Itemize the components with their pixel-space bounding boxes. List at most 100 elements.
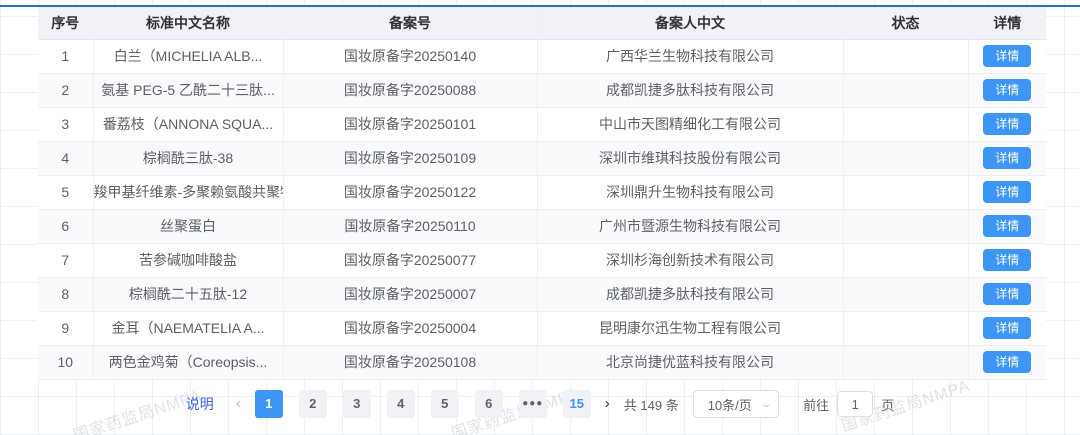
cell-index: 2 xyxy=(38,73,94,108)
cell-detail: 详情 xyxy=(968,209,1046,244)
goto-page-input[interactable] xyxy=(837,391,874,417)
cell-status xyxy=(843,311,969,346)
table-row: 4 棕榈酰三肽-38 国妆原备字20250109 深圳市维琪科技股份有限公司 详… xyxy=(38,141,1046,176)
cell-status xyxy=(843,107,969,142)
header-standard-chinese-name: 标准中文名称 xyxy=(93,7,284,40)
detail-button[interactable]: 详情 xyxy=(983,351,1032,373)
cell-registrant: 北京尚捷优蓝科技有限公司 xyxy=(537,345,844,380)
cell-index: 4 xyxy=(38,141,94,176)
cell-reg-no: 国妆原备字20250122 xyxy=(283,175,538,210)
pagination-bar: 说明 ‹ 1 2 3 4 5 6 ●●● 15 › 共 149 条 10条/页 … xyxy=(0,390,1080,418)
page-size-select[interactable]: 10条/页 ⌄ xyxy=(692,390,780,418)
cell-registrant: 中山市天图精细化工有限公司 xyxy=(537,107,844,142)
detail-button[interactable]: 详情 xyxy=(983,45,1032,67)
header-index: 序号 xyxy=(38,7,94,40)
cell-index: 3 xyxy=(38,107,94,142)
page-button-2[interactable]: 2 xyxy=(298,390,327,418)
cell-registrant: 广西华兰生物科技有限公司 xyxy=(537,39,844,74)
cell-index: 9 xyxy=(38,311,94,346)
top-accent-line xyxy=(0,5,1080,7)
cell-name: 丝聚蛋白 xyxy=(93,209,284,244)
more-pages-icon[interactable]: ●●● xyxy=(518,390,547,418)
page-size-value: 10条/页 xyxy=(707,397,752,413)
page-button-6[interactable]: 6 xyxy=(474,390,503,418)
cell-detail: 详情 xyxy=(968,345,1046,380)
page-button-4[interactable]: 4 xyxy=(386,390,415,418)
detail-button[interactable]: 详情 xyxy=(983,283,1032,305)
page-button-5[interactable]: 5 xyxy=(430,390,459,418)
cell-reg-no: 国妆原备字20250101 xyxy=(283,107,538,142)
cell-index: 1 xyxy=(38,39,94,74)
cell-name: 氨基 PEG-5 乙酰二十三肽... xyxy=(93,73,284,108)
header-registration-number: 备案号 xyxy=(283,7,538,40)
cell-name: 苦参碱咖啡酸盐 xyxy=(93,243,284,278)
header-status: 状态 xyxy=(843,7,969,40)
cell-index: 8 xyxy=(38,277,94,312)
table-row: 3 番荔枝（ANNONA SQUA... 国妆原备字20250101 中山市天图… xyxy=(38,107,1046,142)
detail-button[interactable]: 详情 xyxy=(983,79,1032,101)
cell-status xyxy=(843,175,969,210)
detail-button[interactable]: 详情 xyxy=(983,215,1032,237)
cell-reg-no: 国妆原备字20250110 xyxy=(283,209,538,244)
cell-index: 10 xyxy=(38,345,94,380)
table-row: 9 金耳（NAEMATELIA A... 国妆原备字20250004 昆明康尔迅… xyxy=(38,311,1046,346)
cell-name: 两色金鸡菊（Coreopsis... xyxy=(93,345,284,380)
cell-reg-no: 国妆原备字20250140 xyxy=(283,39,538,74)
note-link[interactable]: 说明 xyxy=(186,394,214,414)
cell-detail: 详情 xyxy=(968,277,1046,312)
cell-reg-no: 国妆原备字20250108 xyxy=(283,345,538,380)
cell-status xyxy=(843,209,969,244)
cell-detail: 详情 xyxy=(968,175,1046,210)
page: 国家药监局NMPA 国家药监局NMPA 国家药监局NMPA 序号 标准中文名称 … xyxy=(0,0,1080,435)
cell-status xyxy=(843,73,969,108)
detail-button[interactable]: 详情 xyxy=(983,113,1032,135)
table-row: 2 氨基 PEG-5 乙酰二十三肽... 国妆原备字20250088 成都凯捷多… xyxy=(38,73,1046,108)
page-button-15[interactable]: 15 xyxy=(562,390,591,418)
table-header-row: 序号 标准中文名称 备案号 备案人中文 状态 详情 xyxy=(38,7,1046,40)
cell-status xyxy=(843,243,969,278)
detail-button[interactable]: 详情 xyxy=(983,249,1032,271)
cell-name: 白兰（MICHELIA ALB... xyxy=(93,39,284,74)
cell-registrant: 昆明康尔迅生物工程有限公司 xyxy=(537,311,844,346)
total-count-label: 共 149 条 xyxy=(623,397,679,413)
prev-page-icon[interactable]: ‹ xyxy=(230,390,247,418)
cell-status xyxy=(843,39,969,74)
records-table: 序号 标准中文名称 备案号 备案人中文 状态 详情 1 白兰（MICHELIA … xyxy=(38,7,1046,380)
cell-reg-no: 国妆原备字20250004 xyxy=(283,311,538,346)
cell-reg-no: 国妆原备字20250007 xyxy=(283,277,538,312)
header-registrant-chinese: 备案人中文 xyxy=(537,7,844,40)
cell-status xyxy=(843,277,969,312)
cell-registrant: 深圳杉海创新技术有限公司 xyxy=(537,243,844,278)
cell-index: 6 xyxy=(38,209,94,244)
cell-status xyxy=(843,345,969,380)
detail-button[interactable]: 详情 xyxy=(983,147,1032,169)
cell-reg-no: 国妆原备字20250088 xyxy=(283,73,538,108)
detail-button[interactable]: 详情 xyxy=(983,317,1032,339)
table-row: 1 白兰（MICHELIA ALB... 国妆原备字20250140 广西华兰生… xyxy=(38,39,1046,74)
goto-suffix-label: 页 xyxy=(881,397,895,413)
cell-detail: 详情 xyxy=(968,73,1046,108)
records-table-container: 序号 标准中文名称 备案号 备案人中文 状态 详情 1 白兰（MICHELIA … xyxy=(38,7,1046,380)
cell-registrant: 成都凯捷多肽科技有限公司 xyxy=(537,277,844,312)
detail-button[interactable]: 详情 xyxy=(983,181,1032,203)
cell-name: 羧甲基纤维素-多聚赖氨酸共聚物 xyxy=(93,175,284,210)
cell-detail: 详情 xyxy=(968,243,1046,278)
cell-detail: 详情 xyxy=(968,141,1046,176)
cell-detail: 详情 xyxy=(968,311,1046,346)
goto-page-group: 前往 页 xyxy=(803,391,894,417)
page-button-1[interactable]: 1 xyxy=(254,390,283,418)
page-button-3[interactable]: 3 xyxy=(342,390,371,418)
cell-detail: 详情 xyxy=(968,39,1046,74)
table-row: 10 两色金鸡菊（Coreopsis... 国妆原备字20250108 北京尚捷… xyxy=(38,345,1046,380)
next-page-icon[interactable]: › xyxy=(599,390,616,418)
cell-name: 番荔枝（ANNONA SQUA... xyxy=(93,107,284,142)
cell-registrant: 广州市暨源生物科技有限公司 xyxy=(537,209,844,244)
cell-detail: 详情 xyxy=(968,107,1046,142)
goto-label: 前往 xyxy=(803,397,830,413)
cell-reg-no: 国妆原备字20250077 xyxy=(283,243,538,278)
header-detail: 详情 xyxy=(968,7,1046,40)
cell-registrant: 深圳市维琪科技股份有限公司 xyxy=(537,141,844,176)
table-row: 7 苦参碱咖啡酸盐 国妆原备字20250077 深圳杉海创新技术有限公司 详情 xyxy=(38,243,1046,278)
cell-index: 5 xyxy=(38,175,94,210)
cell-reg-no: 国妆原备字20250109 xyxy=(283,141,538,176)
